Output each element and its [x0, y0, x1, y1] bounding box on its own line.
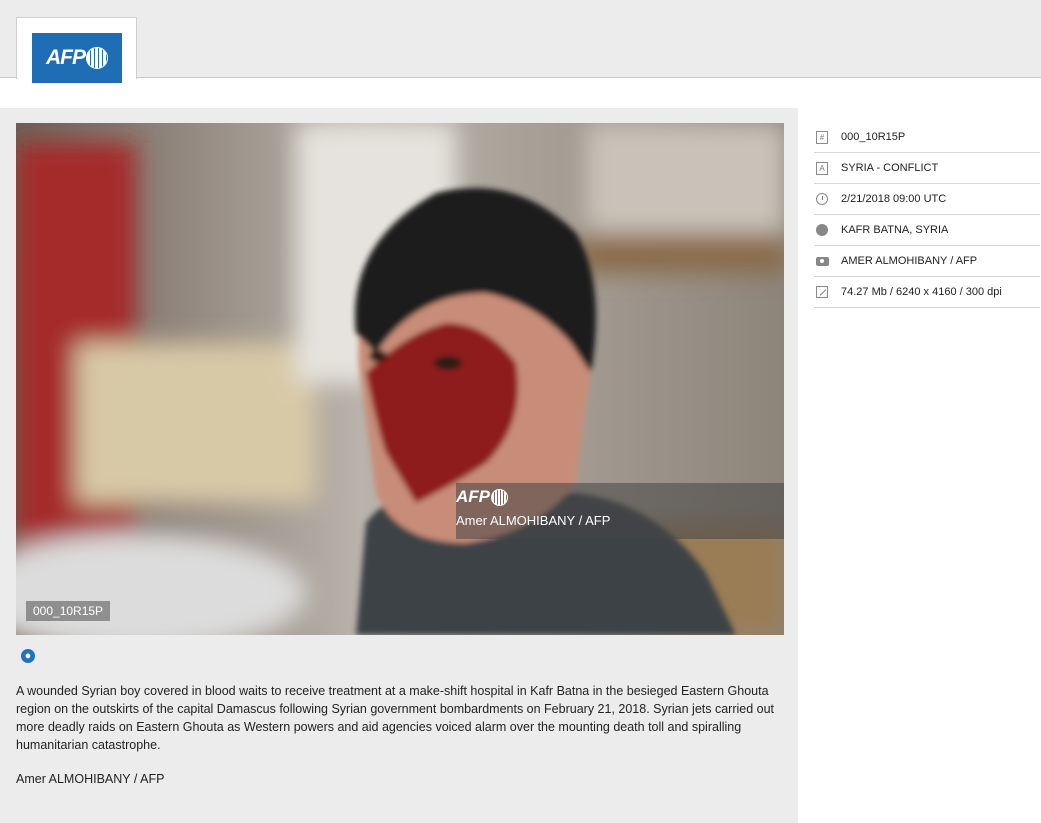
meta-row-photographer: AMER ALMOHIBANY / AFP [814, 246, 1040, 277]
hash-icon: # [815, 130, 829, 144]
watermark-logo: AFP [456, 487, 508, 507]
camera-icon [815, 254, 829, 268]
news-photo[interactable]: AFP Amer ALMOHIBANY / AFP 000_10R15P [16, 123, 784, 635]
meta-row-topic: A SYRIA - CONFLICT [814, 153, 1040, 184]
photo-credit: Amer ALMOHIBANY / AFP [16, 772, 165, 786]
home-tab[interactable]: AFP [16, 17, 137, 83]
photo-caption: A wounded Syrian boy covered in blood wa… [16, 684, 775, 752]
meta-row-location: KAFR BATNA, SYRIA [814, 215, 1040, 246]
metadata-panel: # 000_10R15P A SYRIA - CONFLICT 2/21/201… [814, 122, 1040, 308]
resize-icon [815, 285, 829, 299]
text-icon: A [815, 161, 829, 175]
afp-logo[interactable]: AFP [32, 33, 122, 83]
meta-location: KAFR BATNA, SYRIA [841, 224, 949, 236]
clock-icon [815, 192, 829, 206]
meta-id: 000_10R15P [841, 131, 906, 143]
photo-id-tag: 000_10R15P [26, 601, 111, 621]
logo-globe-icon [86, 47, 108, 69]
top-bar: AFP [0, 0, 1041, 83]
meta-date: 2/21/2018 09:00 UTC [841, 193, 947, 205]
photo-image [16, 123, 784, 635]
watermark-credit: Amer ALMOHIBANY / AFP [456, 513, 611, 528]
meta-topic: SYRIA - CONFLICT [841, 162, 939, 174]
meta-photographer: AMER ALMOHIBANY / AFP [841, 255, 978, 267]
meta-size: 74.27 Mb / 6240 x 4160 / 300 dpi [841, 286, 1002, 298]
photo-watermark: AFP Amer ALMOHIBANY / AFP [456, 483, 784, 539]
photo-panel: AFP Amer ALMOHIBANY / AFP 000_10R15P ● A… [0, 108, 798, 823]
globe-icon [815, 223, 829, 237]
meta-row-date: 2/21/2018 09:00 UTC [814, 184, 1040, 215]
watermark-globe-icon [491, 488, 508, 506]
logo-text: AFP [46, 46, 86, 69]
globe-icon[interactable]: ● [21, 649, 35, 663]
watermark-logo-text: AFP [456, 487, 490, 506]
meta-row-size: 74.27 Mb / 6240 x 4160 / 300 dpi [814, 277, 1040, 308]
meta-row-id: # 000_10R15P [814, 122, 1040, 153]
